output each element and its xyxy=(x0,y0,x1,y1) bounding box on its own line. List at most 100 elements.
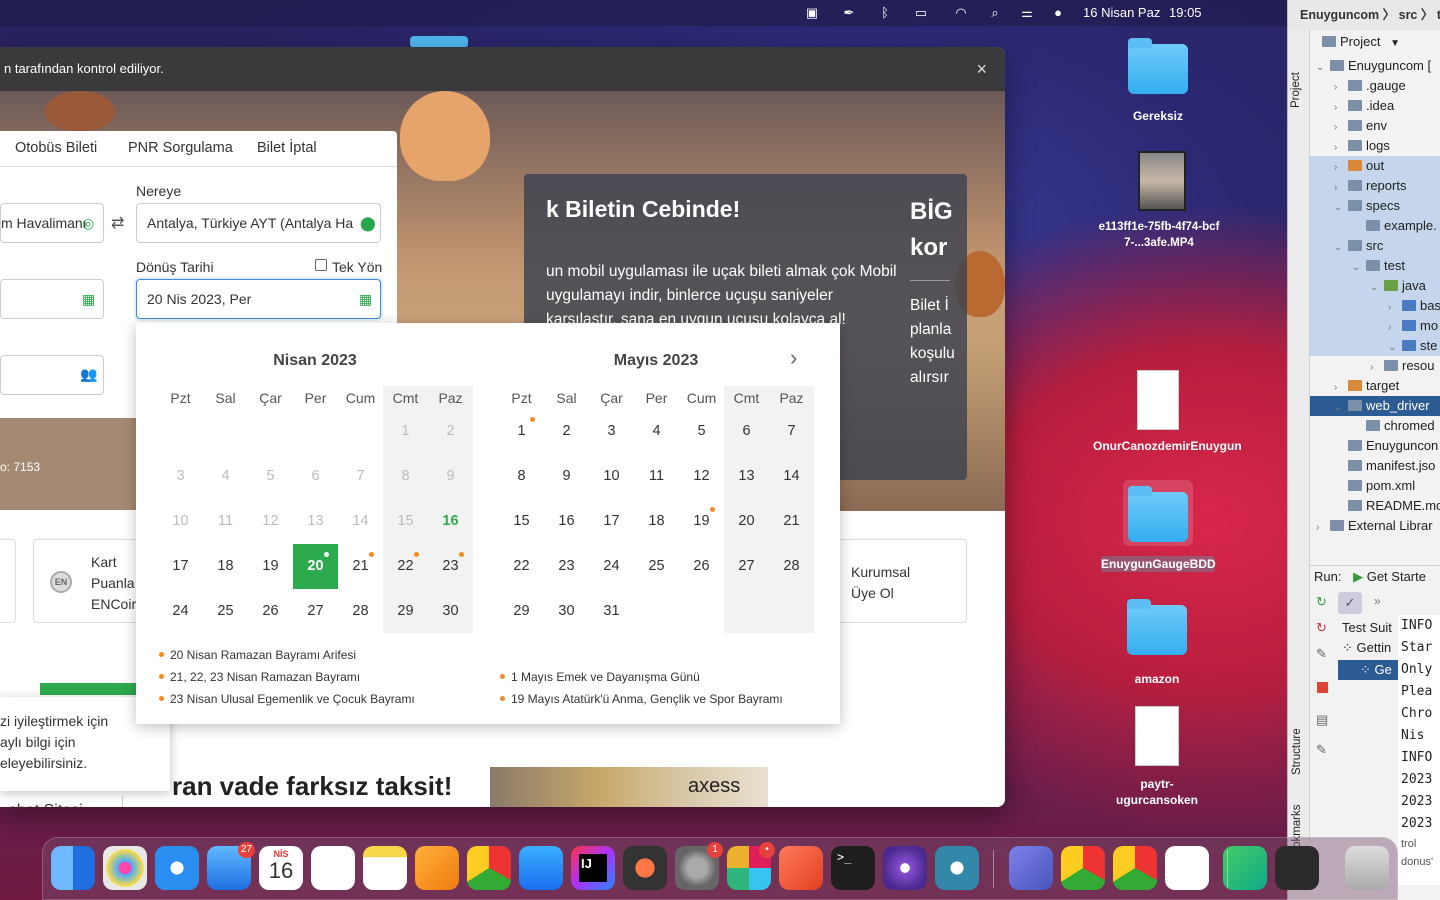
terminal-icon[interactable]: >_ xyxy=(831,846,875,890)
intellij-icon[interactable]: IJ xyxy=(571,846,615,890)
day-cell[interactable]: 27 xyxy=(724,544,769,589)
project-panel-header[interactable]: Project ▼ xyxy=(1322,34,1400,49)
app-icon[interactable] xyxy=(935,846,979,890)
day-cell[interactable]: 16 xyxy=(544,499,589,544)
tree-item[interactable]: ⌄ specs xyxy=(1310,196,1440,216)
preview-icon[interactable] xyxy=(623,846,667,890)
ad-banner[interactable]: ran vade farksız taksit! axess xyxy=(170,767,768,807)
menubar-time[interactable]: 19:05 xyxy=(1169,5,1202,20)
expand-icon[interactable]: » xyxy=(1374,594,1381,608)
oneway-label[interactable]: Tek Yön xyxy=(332,259,382,275)
oneway-checkbox[interactable] xyxy=(315,259,327,271)
day-cell[interactable]: 19 xyxy=(248,544,293,589)
day-selected[interactable]: 20 xyxy=(293,544,338,589)
day-cell[interactable]: 2 xyxy=(544,409,589,454)
pages-icon[interactable] xyxy=(415,846,459,890)
menubar-date[interactable]: 16 Nisan Paz xyxy=(1083,5,1160,20)
teams-icon[interactable] xyxy=(1009,846,1053,890)
desktop-folder-gaugebdd[interactable]: EnuygunGaugeBDD xyxy=(1093,480,1223,572)
pin-icon[interactable]: ✎ xyxy=(1316,742,1327,758)
day-cell[interactable]: 26 xyxy=(679,544,724,589)
day-cell[interactable]: 16 xyxy=(428,499,473,544)
close-icon[interactable]: × xyxy=(976,47,987,91)
tree-item[interactable]: Enuyguncon xyxy=(1310,436,1440,456)
day-cell[interactable]: 28 xyxy=(338,589,383,634)
trash-icon[interactable] xyxy=(1345,846,1389,890)
battery-icon[interactable]: ▭ xyxy=(908,5,934,20)
day-cell[interactable]: 30 xyxy=(428,589,473,634)
chevron-right-icon[interactable]: › xyxy=(1334,158,1348,176)
day-cell[interactable]: 21 xyxy=(338,544,383,589)
settings-icon[interactable]: 1 xyxy=(675,842,723,890)
wrench-icon[interactable]: ✎ xyxy=(1316,646,1327,662)
desktop-folder-amazon[interactable]: amazon xyxy=(1092,599,1222,687)
tree-item[interactable]: ⌄ ste xyxy=(1310,336,1440,356)
day-cell[interactable]: 23 xyxy=(544,544,589,589)
tree-item[interactable]: › target xyxy=(1310,376,1440,396)
chevron-right-icon[interactable]: › xyxy=(1334,378,1348,396)
day-cell[interactable]: 13 xyxy=(724,454,769,499)
chrome-icon[interactable] xyxy=(467,846,511,890)
day-cell[interactable]: 21 xyxy=(769,499,814,544)
chevron-down-icon[interactable]: ⌄ xyxy=(1388,338,1402,356)
passengers-icon[interactable]: 👥 xyxy=(80,366,97,383)
chevron-right-icon[interactable]: › xyxy=(1316,518,1330,536)
control-center-icon[interactable]: ⚌ xyxy=(1018,5,1036,20)
tab-cancel[interactable]: Bilet İptal xyxy=(257,140,317,156)
pencil-icon[interactable] xyxy=(779,846,823,890)
siri-icon[interactable]: ● xyxy=(1049,5,1067,20)
day-cell[interactable]: 23 xyxy=(428,544,473,589)
return-date-input[interactable]: 20 Nis 2023, Per xyxy=(136,279,381,319)
run-tree-item-selected[interactable]: ⁘ Ge xyxy=(1338,660,1398,680)
day-cell[interactable]: 6 xyxy=(724,409,769,454)
day-cell[interactable]: 19 xyxy=(679,499,724,544)
day-cell[interactable]: 17 xyxy=(589,499,634,544)
day-cell[interactable]: 30 xyxy=(544,589,589,634)
chevron-down-icon[interactable]: ⌄ xyxy=(1334,398,1348,416)
rerun-icon[interactable]: ↻ xyxy=(1316,594,1327,610)
stop-icon[interactable] xyxy=(1317,682,1328,693)
day-cell[interactable]: 31 xyxy=(589,589,634,634)
day-cell[interactable]: 17 xyxy=(158,544,203,589)
chevron-right-icon[interactable]: › xyxy=(1334,178,1348,196)
tree-item[interactable]: ⌄ java xyxy=(1310,276,1440,296)
tree-item[interactable]: ⌄ src xyxy=(1310,236,1440,256)
tree-item[interactable]: example. xyxy=(1310,216,1440,236)
numbers-icon[interactable] xyxy=(1223,846,1267,890)
footer-link[interactable]: ebet Sitesi xyxy=(8,799,83,807)
calendar-icon[interactable]: NİS 16 xyxy=(259,846,303,890)
bluetooth-icon[interactable]: ᛒ xyxy=(876,5,894,20)
side-structure-tab[interactable]: Structure xyxy=(1291,728,1303,775)
day-cell[interactable]: 28 xyxy=(769,544,814,589)
tree-item[interactable]: README.mc xyxy=(1310,496,1440,516)
day-cell[interactable]: 25 xyxy=(203,589,248,634)
desktop-file-paytr[interactable]: paytr-ugurcansoken xyxy=(1092,706,1222,808)
chevron-right-icon[interactable]: › xyxy=(1388,318,1402,336)
inkscape-icon[interactable] xyxy=(1165,846,1209,890)
day-cell[interactable]: 14 xyxy=(769,454,814,499)
chevron-down-icon[interactable]: ⌄ xyxy=(1334,198,1348,216)
chevron-right-icon[interactable]: › xyxy=(1370,358,1384,376)
reminders-icon[interactable] xyxy=(311,846,355,890)
app-menu-icon[interactable]: ▣ xyxy=(803,5,821,20)
day-cell[interactable]: 18 xyxy=(634,499,679,544)
chevron-right-icon[interactable]: › xyxy=(790,345,797,371)
notes-icon[interactable] xyxy=(363,846,407,890)
chevron-right-icon[interactable]: › xyxy=(1334,138,1348,156)
day-cell[interactable]: 3 xyxy=(589,409,634,454)
chevron-right-icon[interactable]: › xyxy=(1334,118,1348,136)
chrome-icon[interactable] xyxy=(1113,846,1157,890)
tree-item[interactable]: › External Librar xyxy=(1310,516,1440,536)
to-input[interactable]: Antalya, Türkiye AYT (Antalya Ha xyxy=(136,203,381,243)
day-cell[interactable]: 20 xyxy=(724,499,769,544)
tree-item[interactable]: ⌄ Enuyguncom [ xyxy=(1310,56,1440,76)
safari-icon[interactable] xyxy=(155,846,199,890)
day-cell[interactable]: 4 xyxy=(634,409,679,454)
check-icon[interactable]: ✓ xyxy=(1338,592,1362,614)
ken-card[interactable]: EN Kart Puanla ENCoir xyxy=(33,539,143,623)
slack-icon[interactable]: • xyxy=(727,842,775,890)
tree-item[interactable]: ⌄ web_driver xyxy=(1310,396,1440,416)
day-cell[interactable]: 18 xyxy=(203,544,248,589)
tree-item[interactable]: › logs xyxy=(1310,136,1440,156)
day-cell[interactable]: 10 xyxy=(589,454,634,499)
